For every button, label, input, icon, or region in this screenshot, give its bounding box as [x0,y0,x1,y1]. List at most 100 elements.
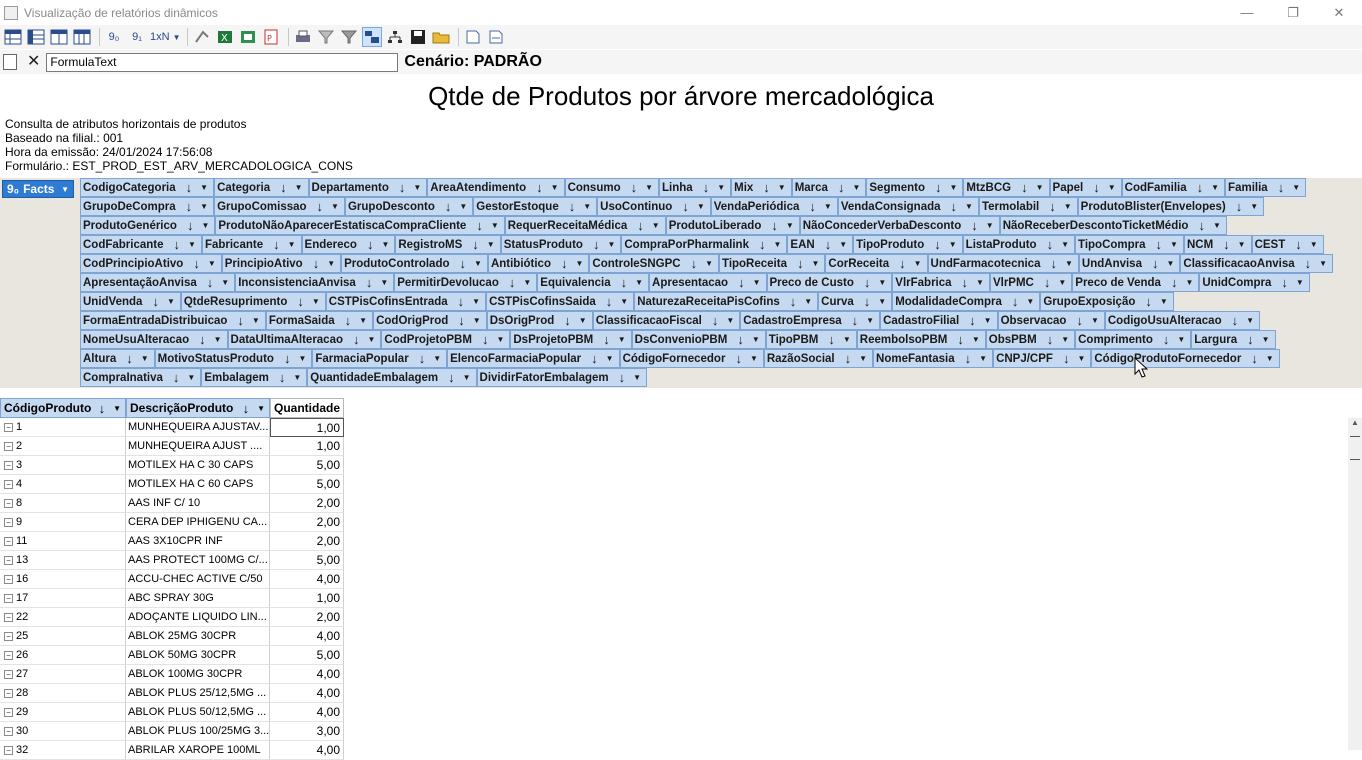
sort-arrow-icon[interactable]: ↓ [243,401,250,416]
sort-arrow-icon[interactable]: ↓ [186,199,193,214]
pivot-field[interactable]: VlrPMC ↓ ▼ [989,273,1073,292]
sort-arrow-icon[interactable]: ↓ [593,237,600,252]
pivot-field[interactable]: Endereco ↓ ▼ [301,235,396,254]
chevron-down-icon[interactable]: ▼ [214,335,222,344]
pivot-field[interactable]: CodPrincipioAtivo ↓ ▼ [80,254,222,273]
sort-arrow-icon[interactable]: ↓ [1247,332,1254,347]
chevron-down-icon[interactable]: ▼ [208,259,216,268]
pivot-field[interactable]: UndFarmacotecnica ↓ ▼ [927,254,1079,273]
table-row[interactable]: −3 MOTILEX HA C 30 CAPS 5,00 [0,456,344,475]
collapse-icon[interactable]: − [4,631,13,641]
chevron-down-icon[interactable]: ▼ [620,297,628,306]
one-by-n-button[interactable]: 1xN ▼ [150,27,180,47]
sort-arrow-icon[interactable]: ↓ [603,332,610,347]
sort-arrow-icon[interactable]: ↓ [569,199,576,214]
sort-arrow-icon[interactable]: ↓ [935,180,942,195]
pivot-field[interactable]: NãoConcederVerbaDesconto ↓ ▼ [799,216,1000,235]
sort-arrow-icon[interactable]: ↓ [703,180,710,195]
print-icon[interactable] [293,27,313,47]
sort-arrow-icon[interactable]: ↓ [845,351,852,366]
collapse-icon[interactable]: − [4,726,13,736]
chevron-down-icon[interactable]: ▼ [487,240,495,249]
pivot-field[interactable]: ProdutoControlado ↓ ▼ [341,254,488,273]
chevron-down-icon[interactable]: ▼ [200,202,208,211]
chevron-down-icon[interactable]: ▼ [1065,259,1073,268]
maximize-button[interactable]: ❐ [1270,0,1316,25]
cell-description[interactable]: ABLOK PLUS 25/12,5MG ... [126,684,270,703]
chevron-down-icon[interactable]: ▼ [1061,335,1069,344]
chevron-down-icon[interactable]: ▼ [859,354,867,363]
chevron-down-icon[interactable]: ▼ [635,278,643,287]
sort-arrow-icon[interactable]: ↓ [458,294,465,309]
chevron-down-icon[interactable]: ▼ [1058,278,1066,287]
export-arrow-icon[interactable] [192,27,212,47]
sort-arrow-icon[interactable]: ↓ [971,218,978,233]
chevron-down-icon[interactable]: ▼ [583,202,591,211]
collapse-icon[interactable]: − [4,669,13,679]
cell-description[interactable]: ABLOK 100MG 30CPR [126,665,270,684]
cell-description[interactable]: ADOÇANTE LIQUIDO LIN... [126,608,270,627]
sort-arrow-icon[interactable]: ↓ [864,294,871,309]
chevron-down-icon[interactable]: ▼ [295,183,303,192]
sort-arrow-icon[interactable]: ↓ [237,313,244,328]
chevron-down-icon[interactable]: ▼ [607,240,615,249]
pivot-field[interactable]: GrupoDeCompra ↓ ▼ [80,197,215,216]
chevron-down-icon[interactable]: ▼ [381,240,389,249]
chevron-down-icon[interactable]: ▼ [1170,240,1178,249]
sort-arrow-icon[interactable]: ↓ [965,351,972,366]
pivot-field[interactable]: UnidCompra ↓ ▼ [1199,273,1310,292]
sort-arrow-icon[interactable]: ↓ [951,199,958,214]
grid-layout-3-icon[interactable] [49,27,69,47]
sort-arrow-icon[interactable]: ↓ [1076,313,1083,328]
chevron-down-icon[interactable]: ▼ [491,221,499,230]
sort-arrow-icon[interactable]: ↓ [619,370,626,385]
scroll-thumb[interactable] [1350,436,1360,460]
cell-quantity[interactable]: 4,00 [270,665,344,684]
hierarchy-icon[interactable] [385,27,405,47]
pivot-field[interactable]: Papel ↓ ▼ [1049,178,1122,197]
sort-arrow-icon[interactable]: ↓ [828,332,835,347]
column-header-description[interactable]: DescriçãoProduto ↓ ▼ [126,398,270,418]
pivot-field[interactable]: Largura ↓ ▼ [1191,330,1276,349]
sort-arrow-icon[interactable]: ↓ [279,370,286,385]
sort-arrow-icon[interactable]: ↓ [1049,199,1056,214]
cell-code[interactable]: −1 [0,418,126,437]
collapse-icon[interactable]: − [4,650,13,660]
table-row[interactable]: −13 AAS PROTECT 100MG C/... 5,00 [0,551,344,570]
pivot-field[interactable]: CodFabricante ↓ ▼ [80,235,202,254]
sort-arrow-icon[interactable]: ↓ [174,237,181,252]
chevron-down-icon[interactable]: ▼ [976,278,984,287]
collapse-icon[interactable]: − [4,536,13,546]
pivot-field[interactable]: Comprimento ↓ ▼ [1075,330,1192,349]
cell-code[interactable]: −13 [0,551,126,570]
pivot-field[interactable]: CódigoProdutoFornecedor ↓ ▼ [1091,349,1280,368]
chevron-down-icon[interactable]: ▼ [717,183,725,192]
pivot-field[interactable]: Linha ↓ ▼ [659,178,732,197]
table-row[interactable]: −29 ABLOK PLUS 50/12,5MG ... 4,00 [0,703,344,722]
pivot-field[interactable]: ProdutoBlister(Envelopes) ↓ ▼ [1077,197,1265,216]
pivot-field[interactable]: Consumo ↓ ▼ [564,178,660,197]
sort-arrow-icon[interactable]: ↓ [367,237,374,252]
chevron-down-icon[interactable]: ▼ [1238,240,1246,249]
sort-arrow-icon[interactable]: ↓ [1251,351,1258,366]
table-row[interactable]: −25 ABLOK 25MG 30CPR 4,00 [0,627,344,646]
chevron-down-icon[interactable]: ▼ [359,316,367,325]
sort-arrow-icon[interactable]: ↓ [1197,180,1204,195]
pivot-field[interactable]: AreaAtendimento ↓ ▼ [427,178,565,197]
pivot-field[interactable]: ElencoFarmaciaPopular ↓ ▼ [447,349,620,368]
chevron-down-icon[interactable]: ▼ [368,335,376,344]
chevron-down-icon[interactable]: ▼ [839,240,847,249]
chevron-down-icon[interactable]: ▼ [113,404,121,413]
cell-code[interactable]: −17 [0,589,126,608]
pivot-field[interactable]: CompraInativa ↓ ▼ [80,368,202,387]
collapse-icon[interactable]: − [4,688,13,698]
pivot-field[interactable]: Categoria ↓ ▼ [214,178,309,197]
chevron-down-icon[interactable]: ▼ [1177,335,1185,344]
pivot-field[interactable]: GrupoDesconto ↓ ▼ [344,197,474,216]
collapse-icon[interactable]: − [4,593,13,603]
chevron-down-icon[interactable]: ▼ [773,240,781,249]
chevron-down-icon[interactable]: ▼ [474,259,482,268]
sort-arrow-icon[interactable]: ↓ [99,401,106,416]
pivot-field[interactable]: EAN ↓ ▼ [787,235,854,254]
collapse-icon[interactable]: − [4,707,13,717]
